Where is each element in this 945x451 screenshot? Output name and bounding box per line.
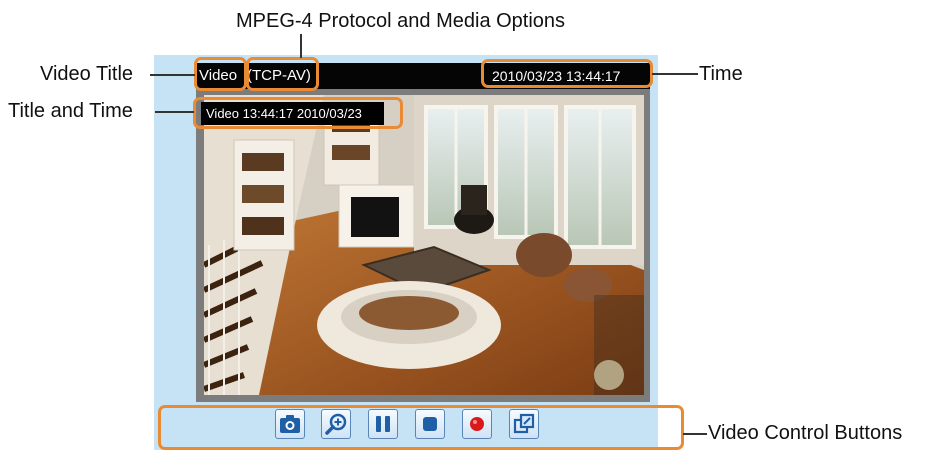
annotation-time-box bbox=[481, 59, 653, 88]
leader-time bbox=[652, 73, 698, 75]
living-room-image bbox=[204, 95, 644, 395]
callout-video-title-label: Video Title bbox=[40, 63, 134, 85]
leader-title-time bbox=[155, 111, 194, 113]
leader-controls bbox=[683, 433, 707, 435]
callout-protocol-label: MPEG-4 Protocol and Media Options bbox=[236, 10, 566, 32]
live-video-image bbox=[204, 95, 644, 395]
annotation-video-title-box bbox=[194, 57, 247, 91]
annotation-protocol-box bbox=[246, 57, 319, 91]
callout-title-time-label: Title and Time bbox=[8, 100, 133, 122]
callout-time-label: Time bbox=[699, 63, 743, 85]
callout-controls-label: Video Control Buttons bbox=[708, 422, 903, 444]
leader-video-title bbox=[150, 74, 195, 76]
annotation-controls-box bbox=[158, 405, 684, 450]
annotation-title-time-box bbox=[193, 97, 403, 129]
leader-protocol bbox=[300, 34, 302, 58]
